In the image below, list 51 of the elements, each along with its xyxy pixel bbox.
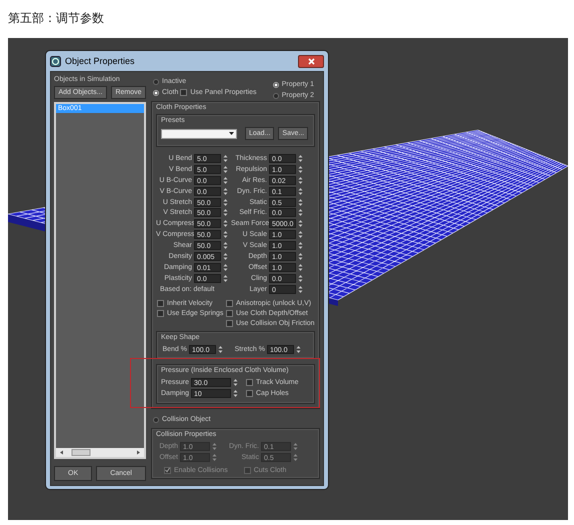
- close-button[interactable]: [298, 54, 324, 68]
- spinner[interactable]: [223, 262, 228, 272]
- radio-circle[interactable]: [272, 92, 279, 98]
- checkbox-square[interactable]: [226, 310, 233, 317]
- spinner[interactable]: [223, 274, 228, 283]
- spinner[interactable]: [298, 186, 303, 196]
- spinner[interactable]: [298, 262, 303, 272]
- spinner[interactable]: [223, 241, 228, 250]
- spinner[interactable]: [218, 344, 223, 354]
- window-title: Object Properties: [65, 56, 135, 66]
- radio-circle[interactable]: [272, 82, 279, 88]
- spinner[interactable]: [223, 186, 228, 196]
- spinner[interactable]: [298, 230, 303, 240]
- spinner[interactable]: [223, 176, 228, 185]
- checkbox-square[interactable]: [180, 89, 188, 96]
- radio-circle[interactable]: [153, 78, 159, 84]
- spinner[interactable]: [233, 389, 238, 398]
- checkbox-square[interactable]: [246, 390, 253, 398]
- spinner[interactable]: [223, 252, 228, 261]
- spinner[interactable]: [298, 176, 303, 185]
- spinner[interactable]: [223, 198, 228, 206]
- checkbox-square[interactable]: [157, 300, 164, 307]
- spinner[interactable]: [298, 241, 303, 250]
- spinner[interactable]: [223, 154, 228, 163]
- caret-icon: [229, 132, 234, 135]
- close-icon: [308, 58, 314, 64]
- spinner[interactable]: [223, 164, 228, 174]
- page-heading: 第五部：调节参数: [7, 10, 105, 27]
- spinner[interactable]: [223, 219, 228, 228]
- radio-circle[interactable]: [153, 416, 159, 423]
- spinner[interactable]: [298, 219, 303, 228]
- app-icon: [50, 56, 61, 66]
- scrollbar[interactable]: [56, 448, 144, 457]
- spinner[interactable]: [296, 344, 301, 354]
- spinner[interactable]: [298, 198, 303, 206]
- spinner[interactable]: [298, 284, 303, 294]
- checkbox-square[interactable]: [157, 310, 164, 317]
- radio-circle[interactable]: [153, 90, 159, 96]
- spinner[interactable]: [298, 252, 303, 261]
- spinner[interactable]: [223, 230, 228, 240]
- spinner[interactable]: [298, 154, 303, 163]
- check-icon: [165, 467, 170, 474]
- spinner[interactable]: [298, 274, 303, 283]
- checkbox-square[interactable]: [226, 320, 233, 327]
- checkbox-square[interactable]: [246, 379, 253, 386]
- checkbox-square[interactable]: [226, 300, 233, 307]
- spinner[interactable]: [298, 164, 303, 174]
- spinner[interactable]: [223, 208, 228, 218]
- spinner[interactable]: [298, 208, 303, 218]
- preset-dropdown[interactable]: [161, 128, 237, 138]
- spinner[interactable]: [233, 378, 238, 388]
